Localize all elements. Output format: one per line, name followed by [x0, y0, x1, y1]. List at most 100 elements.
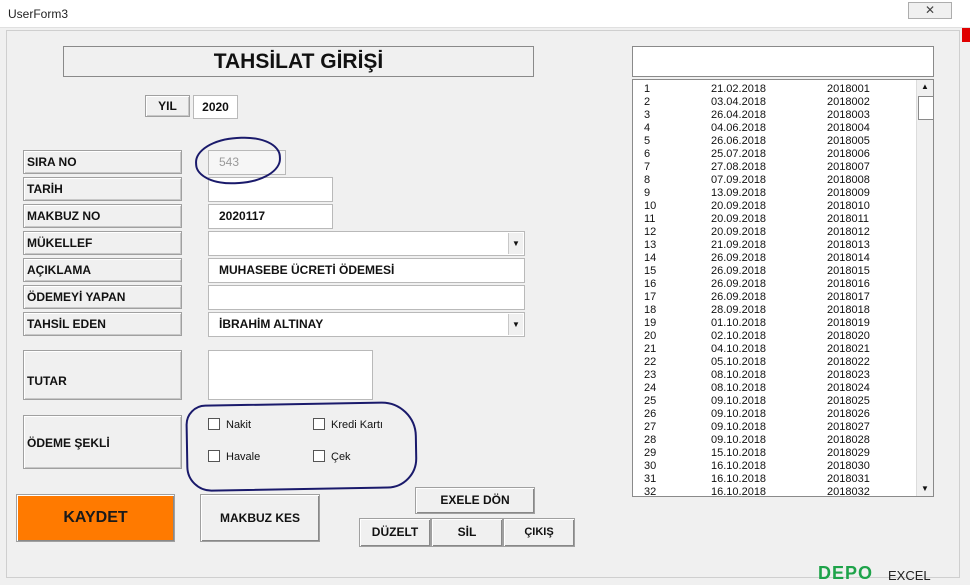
list-item-number: 20 — [644, 330, 657, 342]
list-item[interactable]: 16 26.09.2018 2018016 — [633, 278, 918, 291]
list-item-date: 01.10.2018 — [711, 317, 767, 329]
list-item-receipt-no: 2018026 — [827, 408, 870, 420]
list-item[interactable]: 25 09.10.2018 2018025 — [633, 395, 918, 408]
list-item-date: 20.09.2018 — [711, 200, 767, 212]
list-item-receipt-no: 2018022 — [827, 356, 870, 368]
list-item-number: 22 — [644, 356, 657, 368]
list-item-number: 24 — [644, 382, 657, 394]
form-header-title: TAHSİLAT GİRİŞİ — [63, 46, 534, 77]
list-item[interactable]: 7 27.08.2018 2018007 — [633, 161, 918, 174]
list-item[interactable]: 15 26.09.2018 2018015 — [633, 265, 918, 278]
list-item[interactable]: 3 26.04.2018 2018003 — [633, 109, 918, 122]
list-item-receipt-no: 2018004 — [827, 122, 870, 134]
annotation-circle-odeme-sekli — [185, 400, 418, 493]
list-item[interactable]: 17 26.09.2018 2018017 — [633, 291, 918, 304]
list-item-number: 11 — [644, 213, 656, 225]
list-item-number: 12 — [644, 226, 657, 238]
list-item-number: 15 — [644, 265, 657, 277]
list-item-date: 26.09.2018 — [711, 265, 767, 277]
list-item-receipt-no: 2018001 — [827, 83, 870, 95]
list-item[interactable]: 28 09.10.2018 2018028 — [633, 434, 918, 447]
list-item-receipt-no: 2018027 — [827, 421, 870, 433]
aciklama-field[interactable]: MUHASEBE ÜCRETİ ÖDEMESİ — [208, 258, 525, 283]
list-item[interactable]: 18 28.09.2018 2018018 — [633, 304, 918, 317]
list-item[interactable]: 9 13.09.2018 2018009 — [633, 187, 918, 200]
chevron-down-icon[interactable]: ▼ — [508, 233, 523, 254]
list-item[interactable]: 21 04.10.2018 2018021 — [633, 343, 918, 356]
list-item-number: 21 — [644, 343, 657, 355]
list-item-receipt-no: 2018009 — [827, 187, 870, 199]
list-item[interactable]: 13 21.09.2018 2018013 — [633, 239, 918, 252]
list-scrollbar[interactable]: ▲ ▼ — [916, 80, 933, 496]
year-field[interactable]: 2020 — [193, 95, 238, 119]
year-label: YIL — [145, 95, 190, 117]
list-item-receipt-no: 2018005 — [827, 135, 870, 147]
exele-don-button[interactable]: EXELE DÖN — [415, 487, 535, 514]
list-item[interactable]: 23 08.10.2018 2018023 — [633, 369, 918, 382]
list-item-number: 19 — [644, 317, 657, 329]
list-item-receipt-no: 2018006 — [827, 148, 870, 160]
list-item-receipt-no: 2018029 — [827, 447, 870, 459]
list-item-date: 16.10.2018 — [711, 486, 767, 497]
cikis-button[interactable]: ÇIKIŞ — [503, 518, 575, 547]
list-item[interactable]: 14 26.09.2018 2018014 — [633, 252, 918, 265]
list-item-number: 14 — [644, 252, 657, 264]
list-item-receipt-no: 2018024 — [827, 382, 870, 394]
mukellef-dropdown[interactable]: ▼ — [208, 231, 525, 256]
list-item-receipt-no: 2018015 — [827, 265, 870, 277]
list-item[interactable]: 24 08.10.2018 2018024 — [633, 382, 918, 395]
list-item[interactable]: 6 25.07.2018 2018006 — [633, 148, 918, 161]
list-item[interactable]: 11 20.09.2018 2018011 — [633, 213, 918, 226]
list-item-date: 09.10.2018 — [711, 434, 767, 446]
window-title: UserForm3 — [8, 7, 69, 21]
list-item-receipt-no: 2018014 — [827, 252, 870, 264]
list-item[interactable]: 10 20.09.2018 2018010 — [633, 200, 918, 213]
list-item-date: 25.07.2018 — [711, 148, 767, 160]
scroll-up-icon[interactable]: ▲ — [918, 80, 932, 94]
close-button[interactable]: ✕ — [908, 2, 952, 19]
list-search-box[interactable] — [632, 46, 934, 77]
list-item-receipt-no: 2018008 — [827, 174, 870, 186]
list-item[interactable]: 29 15.10.2018 2018029 — [633, 447, 918, 460]
kaydet-button[interactable]: KAYDET — [16, 494, 175, 542]
mukellef-label: MÜKELLEF — [23, 231, 182, 255]
list-item-receipt-no: 2018019 — [827, 317, 870, 329]
odemeyi-yapan-field[interactable] — [208, 285, 525, 310]
list-item-date: 09.10.2018 — [711, 421, 767, 433]
list-item[interactable]: 30 16.10.2018 2018030 — [633, 460, 918, 473]
list-item-number: 32 — [644, 486, 657, 497]
list-item[interactable]: 27 09.10.2018 2018027 — [633, 421, 918, 434]
tarih-label: TARİH — [23, 177, 182, 201]
list-item[interactable]: 12 20.09.2018 2018012 — [633, 226, 918, 239]
list-item[interactable]: 20 02.10.2018 2018020 — [633, 330, 918, 343]
list-item-date: 28.09.2018 — [711, 304, 767, 316]
tutar-field[interactable] — [208, 350, 373, 400]
list-item[interactable]: 5 26.06.2018 2018005 — [633, 135, 918, 148]
list-item-number: 23 — [644, 369, 657, 381]
chevron-down-icon[interactable]: ▼ — [508, 314, 523, 335]
aciklama-label: AÇIKLAMA — [23, 258, 182, 282]
duzelt-button[interactable]: DÜZELT — [359, 518, 431, 547]
list-item[interactable]: 2 03.04.2018 2018002 — [633, 96, 918, 109]
makbuz-kes-button[interactable]: MAKBUZ KES — [200, 494, 320, 542]
list-item[interactable]: 31 16.10.2018 2018031 — [633, 473, 918, 486]
list-item[interactable]: 19 01.10.2018 2018019 — [633, 317, 918, 330]
list-item-number: 5 — [644, 135, 651, 147]
list-item[interactable]: 4 04.06.2018 2018004 — [633, 122, 918, 135]
list-item-number: 31 — [644, 473, 657, 485]
sil-button[interactable]: SİL — [431, 518, 503, 547]
list-item[interactable]: 26 09.10.2018 2018026 — [633, 408, 918, 421]
list-item-number: 25 — [644, 395, 657, 407]
list-item[interactable]: 8 07.09.2018 2018008 — [633, 174, 918, 187]
makbuz-no-field[interactable]: 2020117 — [208, 204, 333, 229]
scroll-down-icon[interactable]: ▼ — [918, 482, 932, 496]
list-item-number: 18 — [644, 304, 657, 316]
list-item[interactable]: 22 05.10.2018 2018022 — [633, 356, 918, 369]
list-item[interactable]: 1 21.02.2018 2018001 — [633, 83, 918, 96]
scroll-thumb[interactable] — [918, 96, 933, 120]
odemeyi-yapan-label: ÖDEMEYİ YAPAN — [23, 285, 182, 309]
records-listbox[interactable]: 1 21.02.2018 2018001 2 03.04.2018 2018002 3 26.… — [632, 79, 934, 497]
list-item[interactable]: 32 16.10.2018 2018032 — [633, 486, 918, 497]
tahsil-eden-dropdown[interactable]: İBRAHİM ALTINAY ▼ — [208, 312, 525, 337]
list-item-date: 16.10.2018 — [711, 460, 767, 472]
